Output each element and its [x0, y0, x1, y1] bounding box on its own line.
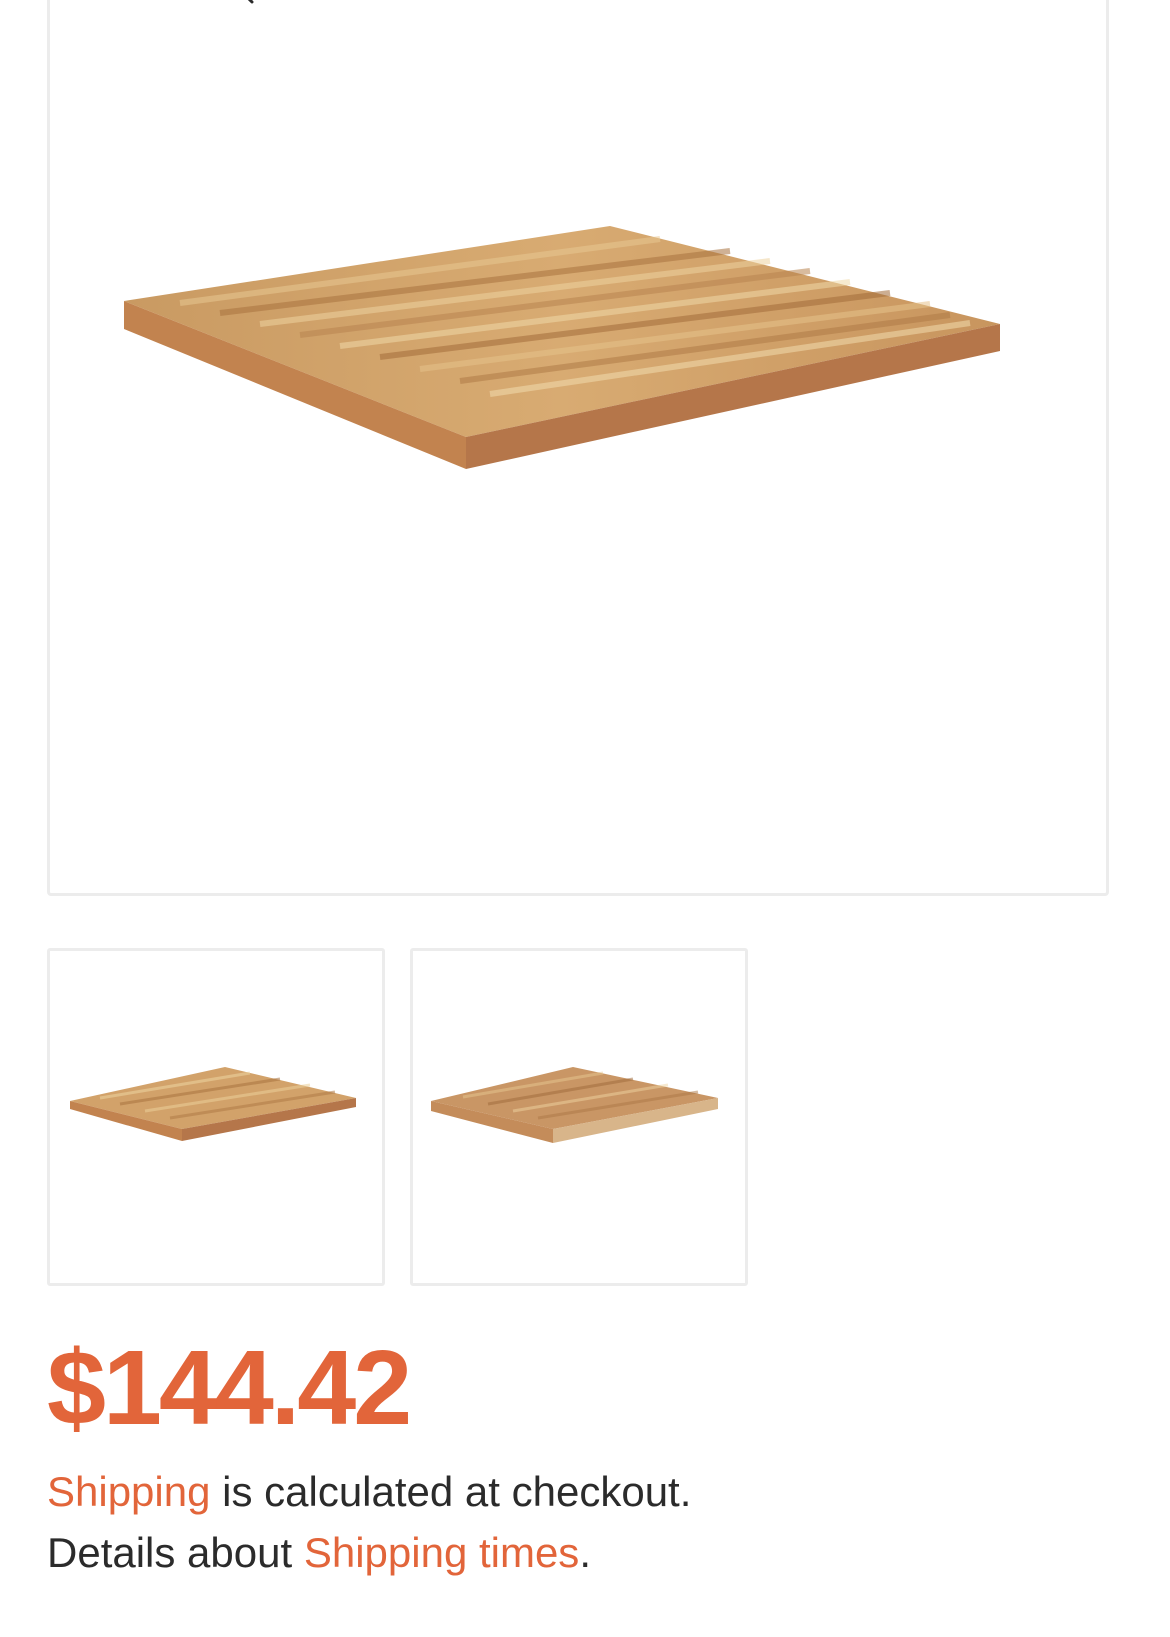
thumbnail-2[interactable]	[410, 948, 748, 1286]
table-top-illustration	[124, 226, 1000, 469]
thumbnail-1[interactable]	[47, 948, 385, 1286]
product-price: $144.42	[47, 1329, 412, 1447]
thumbnail-2-image	[431, 1067, 718, 1143]
thumbnail-1-image	[70, 1067, 356, 1141]
product-page: $144.42 Shipping is calculated at checko…	[0, 0, 1170, 1637]
shipping-times-note: Details about Shipping times.	[47, 1528, 591, 1578]
shipping-details-suffix: .	[579, 1529, 591, 1576]
product-main-image[interactable]	[47, 0, 1109, 896]
shipping-note-text: is calculated at checkout.	[210, 1468, 692, 1515]
shipping-times-link[interactable]: Shipping times	[304, 1529, 579, 1576]
shipping-details-prefix: Details about	[47, 1529, 304, 1576]
shipping-link[interactable]: Shipping	[47, 1468, 210, 1515]
shipping-note: Shipping is calculated at checkout.	[47, 1467, 691, 1517]
